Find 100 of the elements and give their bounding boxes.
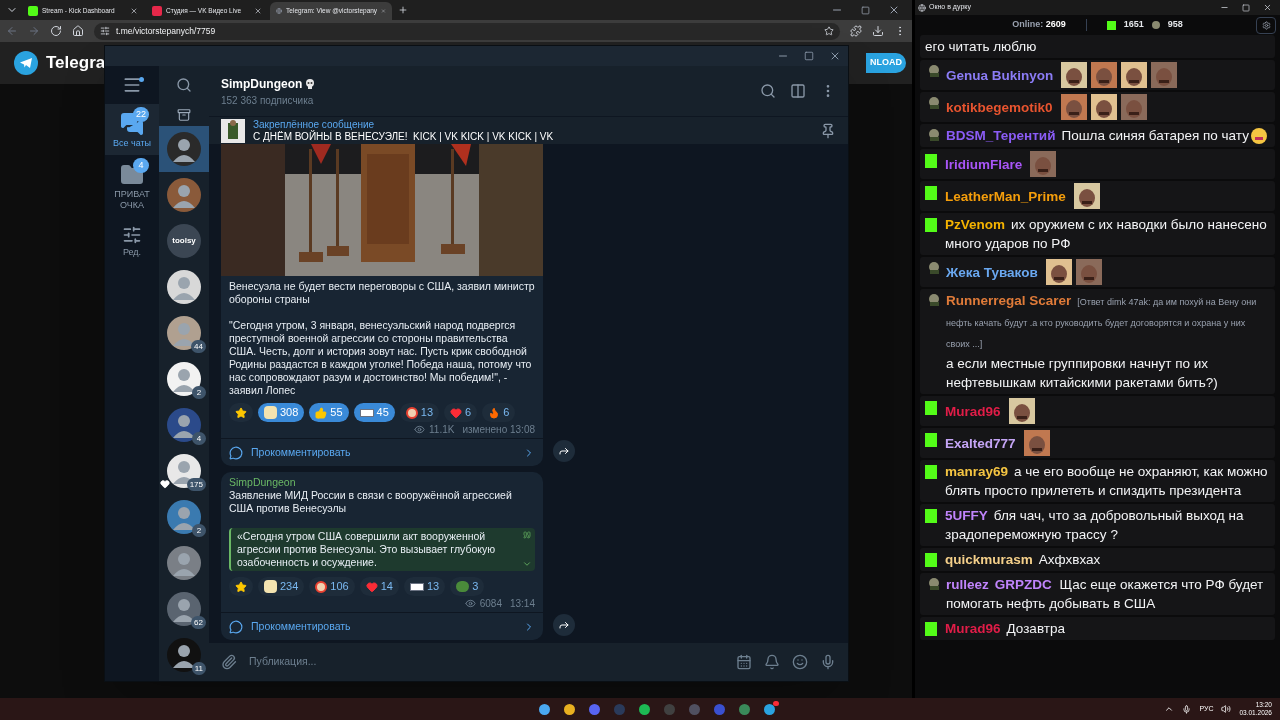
chat-item[interactable]: 11	[159, 632, 209, 678]
message-text: BDSM_Терентий Пошла синяя батарея по чату	[946, 127, 1249, 145]
message-text: PzVenom их оружием с их наводки было нанесено много ударов по РФ	[945, 216, 1268, 253]
channel-title: SimpDungeon	[221, 75, 303, 93]
close-icon[interactable]	[888, 4, 900, 16]
download-icon[interactable]	[872, 25, 884, 37]
extensions-icon[interactable]	[850, 25, 862, 37]
message-text: quickmurasm Ахфхвхах	[945, 551, 1101, 569]
star-icon	[235, 406, 247, 419]
folder-tab[interactable]: Ред.	[105, 217, 159, 264]
subscriber-count: 152 363 подписчика	[221, 93, 315, 108]
kick-badge	[925, 509, 937, 523]
archive-icon	[177, 108, 191, 122]
settings-button[interactable]	[1256, 17, 1276, 34]
reaction-button[interactable]: 308	[258, 403, 305, 422]
comment-icon	[229, 445, 243, 460]
folder-label: Все чаты	[111, 138, 153, 149]
forward-icon	[558, 619, 570, 631]
maximize-icon[interactable]	[1242, 3, 1250, 12]
search-icon	[760, 83, 776, 99]
chats-icon	[120, 112, 144, 136]
quote-text: «Сегодня утром США совершили акт вооруженной агрессии против Венесуэлы. Это вызывает глубокую озабоченность и осуждение.	[237, 530, 497, 569]
new-tab-icon[interactable]	[398, 5, 408, 15]
view-count: 6084	[479, 596, 502, 611]
message-input[interactable]: Публикация...	[249, 654, 724, 670]
close-icon[interactable]	[254, 7, 262, 15]
reaction-button[interactable]: 13	[403, 577, 446, 596]
username[interactable]: IridiumFlare	[945, 154, 1023, 174]
reaction-button[interactable]: 13	[399, 403, 440, 422]
reaction-button[interactable]: 234	[258, 577, 305, 596]
chat-item[interactable]: 62	[159, 586, 209, 632]
username[interactable]: Genua Bukinyon	[946, 65, 1054, 85]
reaction-button[interactable]: 106	[309, 577, 355, 596]
reaction-button[interactable]: 3	[450, 577, 485, 596]
close-icon[interactable]	[1263, 3, 1272, 12]
chat-item[interactable]: 44	[159, 310, 209, 356]
username[interactable]: kotikbegemotik0	[946, 97, 1053, 117]
chat-item[interactable]	[159, 126, 209, 172]
chat-item[interactable]: 4	[159, 402, 209, 448]
maximize-icon[interactable]	[861, 5, 870, 15]
sidebar-toggle-button[interactable]	[790, 83, 806, 99]
bell-icon[interactable]	[764, 654, 780, 670]
message-time: 13:14	[509, 596, 535, 611]
chat-item[interactable]: 2	[159, 356, 209, 402]
unread-badge: 4	[192, 432, 206, 445]
site-title: Telegra	[46, 52, 106, 75]
unread-badge: 2	[192, 386, 206, 399]
home-icon[interactable]	[72, 25, 84, 37]
comment-button[interactable]: Прокомментировать	[221, 438, 543, 466]
username[interactable]: LeatherMan_Prime	[945, 186, 1066, 206]
viewer-count: 958	[1167, 18, 1183, 32]
username[interactable]: Murad96	[945, 401, 1001, 421]
menu-icon	[122, 75, 142, 95]
kick-icon	[1106, 20, 1116, 30]
calendar-icon[interactable]	[736, 654, 752, 670]
unread-badge: 62	[191, 616, 206, 629]
folder-icon	[120, 163, 144, 187]
thumbs-up-icon	[315, 406, 328, 419]
microphone-icon[interactable]	[1182, 704, 1192, 714]
reaction-button[interactable]	[229, 577, 253, 596]
message-composer[interactable]: Публикация...	[209, 643, 848, 681]
reaction-button[interactable]	[229, 403, 253, 422]
kick-badge	[925, 154, 937, 168]
author-name: SimpDungeon	[229, 476, 297, 489]
bookmark-icon[interactable]	[824, 26, 834, 36]
forward-button[interactable]	[553, 440, 575, 462]
reaction-button[interactable]: 45	[353, 403, 395, 422]
microphone-icon[interactable]	[820, 654, 836, 670]
folder-tab[interactable]: 22 Все чаты	[105, 104, 159, 155]
search-button[interactable]	[760, 83, 776, 99]
unread-badge: 175	[186, 478, 206, 491]
attach-icon[interactable]	[221, 654, 237, 670]
address-bar[interactable]: t.me/victorstepanych/7759	[94, 22, 840, 40]
forward-button[interactable]	[553, 614, 575, 636]
username[interactable]: Exalted777	[945, 433, 1016, 453]
pin-icon	[820, 122, 836, 139]
comment-button[interactable]: Прокомментировать	[221, 612, 543, 640]
folder-tab[interactable]: 4 ПРИВАТ ОЧКА	[105, 155, 159, 217]
message-text: Murad96 Дозавтра	[945, 620, 1065, 638]
close-icon[interactable]	[130, 7, 138, 15]
chat-item[interactable]: toolsy	[159, 218, 209, 264]
unread-badge: 22	[133, 107, 149, 122]
kick-badge	[925, 433, 937, 447]
reaction-button[interactable]: 6	[444, 403, 478, 422]
reaction-button[interactable]: 55	[309, 403, 349, 422]
chat-item[interactable]: 2	[159, 494, 209, 540]
emoji-icon[interactable]	[792, 654, 808, 670]
reaction-button[interactable]: 14	[359, 577, 399, 596]
tray-expand-icon[interactable]	[1164, 704, 1175, 714]
kick-badge	[925, 553, 937, 567]
message-text: Runnerregal Scarer [Ответ dimk 47ak: да им похуй на Вену они нефть качать будут .а кто руководить будет договорятся и охрана у них своих ...] а если местные группировки начнут по их нефтевышкам китайскими ракетами бить?)	[946, 292, 1258, 392]
reaction-button[interactable]: 6	[482, 403, 516, 422]
username[interactable]: Жека Туваков	[946, 262, 1038, 282]
close-icon	[829, 50, 841, 62]
site-settings-icon[interactable]	[100, 26, 110, 36]
volume-icon[interactable]	[1221, 704, 1232, 714]
views-icon	[464, 597, 476, 609]
chat-item[interactable]: 175	[159, 448, 209, 494]
heart-icon	[365, 580, 378, 593]
reload-icon[interactable]	[50, 25, 62, 37]
